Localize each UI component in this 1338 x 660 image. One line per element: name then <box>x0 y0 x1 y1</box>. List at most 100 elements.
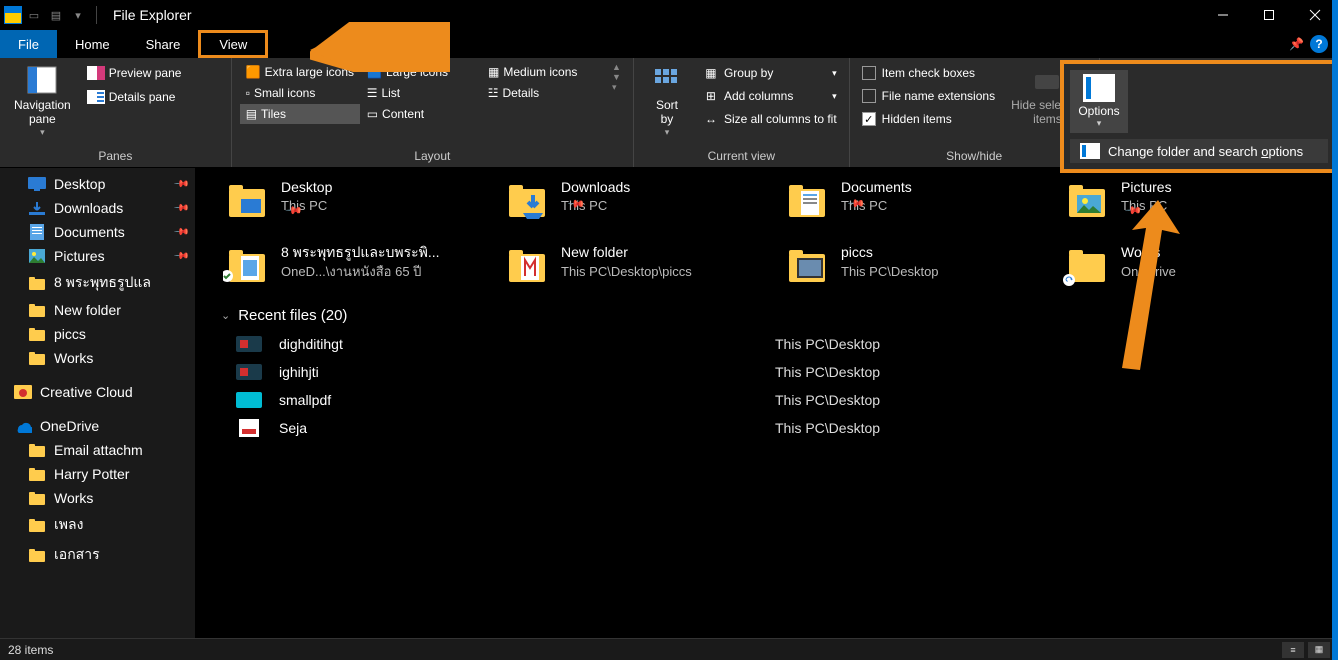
view-details-toggle[interactable]: ≡ <box>1282 642 1304 658</box>
recent-file-row[interactable]: smallpdfThis PC\Desktop <box>215 386 1338 414</box>
preview-pane-button[interactable]: Preview pane <box>83 62 223 84</box>
ribbon-group-current-view: Sort by ▾ ▦Group by▾ ⊞Add columns▾ ↔Size… <box>634 58 850 167</box>
current-view-group-label: Current view <box>642 147 841 165</box>
sidebar-item[interactable]: Email attachm <box>0 438 195 462</box>
layout-scroll-down[interactable]: ▼ <box>612 72 621 82</box>
tab-home[interactable]: Home <box>57 30 128 58</box>
layout-group-label: Layout <box>240 147 625 165</box>
folder-icon <box>28 275 46 291</box>
tab-share[interactable]: Share <box>128 30 199 58</box>
sidebar-item[interactable]: Desktop 📌 <box>0 172 195 196</box>
tile-item[interactable]: 8 พระพุทธรูปและบพระพิ...OneD...\งานหนังส… <box>215 237 495 297</box>
sidebar-item-label: Downloads <box>54 200 123 216</box>
pin-icon: 📌 <box>172 176 189 193</box>
layout-details[interactable]: ☳Details <box>482 83 602 103</box>
navigation-pane-label: Navigation pane <box>14 98 71 127</box>
sidebar-item-label: Desktop <box>54 176 105 192</box>
layout-medium[interactable]: ▦Medium icons <box>482 62 602 82</box>
layout-scroll-up[interactable]: ▲ <box>612 62 621 72</box>
sidebar-item[interactable]: 8 พระพุทธรูปแล <box>0 268 195 298</box>
ribbon-group-panes: Navigation pane ▾ Preview pane Details p… <box>0 58 232 167</box>
help-icon[interactable]: ? <box>1310 35 1328 53</box>
tile-item[interactable]: DownloadsThis PC📌 <box>495 172 775 237</box>
sort-by-button[interactable]: Sort by ▾ <box>642 62 692 140</box>
tab-file[interactable]: File <box>0 30 57 58</box>
file-extensions-toggle[interactable]: File name extensions <box>858 85 999 107</box>
size-columns-button[interactable]: ↔Size all columns to fit <box>698 108 841 130</box>
qat-properties-icon[interactable]: ▤ <box>46 5 66 25</box>
sidebar-item[interactable]: Harry Potter <box>0 462 195 486</box>
recent-file-path: This PC\Desktop <box>775 420 880 436</box>
panes-group-label: Panes <box>8 147 223 165</box>
file-icon <box>235 335 263 353</box>
recent-file-name: Seja <box>279 420 759 436</box>
sidebar-item[interactable]: piccs <box>0 322 195 346</box>
desktop-icon <box>28 176 46 192</box>
sidebar-item[interactable]: เอกสาร <box>0 540 195 570</box>
layout-small[interactable]: ▫Small icons <box>240 83 360 103</box>
tile-item[interactable]: piccsThis PC\Desktop <box>775 237 1055 297</box>
pin-ribbon-icon[interactable]: 📌 <box>1289 37 1304 51</box>
sidebar-item-label: OneDrive <box>40 418 99 434</box>
group-by-button[interactable]: ▦Group by▾ <box>698 62 841 84</box>
folder-icon <box>28 350 46 366</box>
file-icon <box>235 391 263 409</box>
hidden-items-toggle[interactable]: ✓Hidden items <box>858 108 999 130</box>
change-folder-options-item[interactable]: Change folder and search options <box>1070 139 1328 163</box>
sort-by-label: Sort by <box>656 98 678 127</box>
view-tiles-toggle[interactable]: ▦ <box>1308 642 1330 658</box>
tile-path: OneD...\งานหนังสือ 65 ปี <box>281 264 440 281</box>
tile-item[interactable]: DesktopThis PC📌 <box>215 172 495 237</box>
tab-view[interactable]: View <box>198 30 268 58</box>
navigation-sidebar[interactable]: Desktop 📌 Downloads📌Documents📌Pictures📌 8 พ… <box>0 168 195 638</box>
layout-list[interactable]: ☰List <box>361 83 481 103</box>
details-pane-label: Details pane <box>109 90 176 104</box>
recent-file-name: smallpdf <box>279 392 759 408</box>
recent-files-label: Recent files (20) <box>238 307 347 324</box>
sidebar-item[interactable]: Pictures📌 <box>0 244 195 268</box>
sidebar-item[interactable]: Downloads📌 <box>0 196 195 220</box>
tile-item[interactable]: PicturesThis PC📌 <box>1055 172 1335 237</box>
folder-icon <box>28 547 46 563</box>
sidebar-item-label: เพลง <box>54 514 83 536</box>
sidebar-item[interactable]: Creative Cloud <box>0 380 195 404</box>
folder-icon <box>28 326 46 342</box>
navigation-pane-button[interactable]: Navigation pane ▾ <box>8 62 77 140</box>
add-columns-button[interactable]: ⊞Add columns▾ <box>698 85 841 107</box>
titlebar: ▭ ▤ ▾ File Explorer <box>0 0 1338 30</box>
folder-icon <box>223 243 271 291</box>
layout-tiles[interactable]: ▤Tiles <box>240 104 360 124</box>
file-icon <box>235 363 263 381</box>
ribbon-group-layout: 🟧Extra large icons 🟦Large icons ▦Medium … <box>232 58 634 167</box>
annotation-arrow-options <box>1100 200 1190 380</box>
recent-file-row[interactable]: Seja This PC\Desktop <box>215 414 1338 442</box>
chevron-down-icon: ⌄ <box>221 309 230 322</box>
qat-folder-icon[interactable]: ▭ <box>24 5 44 25</box>
tile-item[interactable]: New folderThis PC\Desktop\piccs <box>495 237 775 297</box>
tile-item[interactable]: DocumentsThis PC📌 <box>775 172 1055 237</box>
layout-scroll-more[interactable]: ▾ <box>612 82 621 93</box>
options-button[interactable]: Options ▾ <box>1070 70 1128 133</box>
item-check-boxes-toggle[interactable]: Item check boxes <box>858 62 999 84</box>
maximize-button[interactable] <box>1246 0 1292 30</box>
sidebar-item-label: 8 พระพุทธรูปแล <box>54 272 151 294</box>
tile-item[interactable]: WorksOneDrive <box>1055 237 1335 297</box>
minimize-button[interactable] <box>1200 0 1246 30</box>
annotation-arrow-view <box>310 22 450 72</box>
sidebar-item[interactable]: Works <box>0 486 195 510</box>
sidebar-item[interactable]: เพลง <box>0 510 195 540</box>
sidebar-item-label: Documents <box>54 224 125 240</box>
recent-file-name: dighditihgt <box>279 336 759 352</box>
details-pane-button[interactable]: Details pane <box>83 86 223 108</box>
sidebar-item[interactable]: Documents📌 <box>0 220 195 244</box>
folder-icon <box>28 517 46 533</box>
folder-icon <box>28 490 46 506</box>
window-title: File Explorer <box>113 7 192 23</box>
sidebar-item[interactable]: OneDrive <box>0 414 195 438</box>
sidebar-item[interactable]: Works <box>0 346 195 370</box>
layout-content[interactable]: ▭Content <box>361 104 481 124</box>
documents-icon <box>28 224 46 240</box>
sidebar-item[interactable]: New folder <box>0 298 195 322</box>
qat-dropdown-icon[interactable]: ▾ <box>68 5 88 25</box>
recent-file-name: ighihjti <box>279 364 759 380</box>
